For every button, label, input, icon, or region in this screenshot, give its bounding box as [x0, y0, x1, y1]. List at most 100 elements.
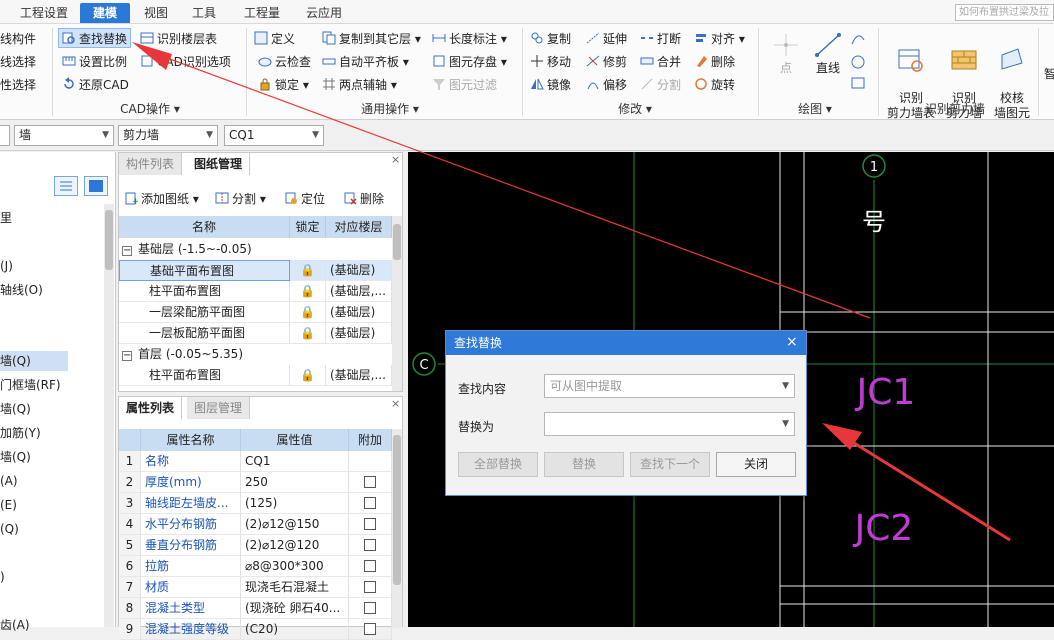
ribbon-overflow-item[interactable]: 智	[1044, 64, 1054, 84]
grid-view-icon[interactable]	[84, 176, 108, 196]
canvas-label-jc2[interactable]: JC2	[853, 508, 914, 549]
property-value[interactable]: (125)	[241, 493, 349, 514]
attach-checkbox[interactable]	[364, 497, 376, 509]
copy-to-other-floor-button[interactable]: 复制到其它层 ▾	[322, 29, 421, 49]
ribbon-item-line-select[interactable]: 线选择	[0, 52, 36, 72]
arc-icon[interactable]	[851, 35, 865, 45]
tree-item[interactable]: 里	[0, 208, 12, 228]
lock-icon[interactable]: 🔒	[290, 260, 326, 281]
tree-item[interactable]: 墙(Q)	[0, 447, 31, 467]
tree-item[interactable]: 门框墙(RF)	[0, 375, 61, 395]
locate-drawing-button[interactable]: 定位	[284, 189, 325, 209]
copy-button[interactable]: 复制	[530, 29, 571, 49]
property-list-scrollbar[interactable]	[392, 429, 402, 628]
rectangle-icon[interactable]	[851, 77, 865, 89]
tree-item[interactable]: (J)	[0, 256, 13, 276]
tab-layer-management[interactable]: 图层管理	[187, 397, 251, 419]
dialog-close-icon[interactable]: ×	[786, 334, 798, 350]
menu-tab-view[interactable]: 视图	[138, 3, 174, 23]
tree-scrollbar[interactable]	[104, 204, 114, 627]
mirror-button[interactable]: 镜像	[530, 75, 571, 95]
component-subtype-combo[interactable]: 剪力墙 ▼	[118, 125, 218, 146]
attach-checkbox-cell[interactable]	[349, 493, 392, 514]
two-point-aux-axis-button[interactable]: 两点辅轴 ▾	[322, 75, 397, 95]
menu-tab-project-settings[interactable]: 工程设置	[18, 3, 70, 23]
trim-button[interactable]: 修剪	[586, 52, 627, 72]
find-content-combo[interactable]: 可从图中提取 ▼	[544, 374, 795, 398]
property-row[interactable]: 1 名称 CQ1	[119, 451, 392, 472]
column-header-property-value[interactable]: 属性值	[241, 429, 349, 451]
attach-checkbox-cell[interactable]	[349, 451, 392, 472]
property-value[interactable]: (2)⌀12@120	[241, 535, 349, 556]
property-row[interactable]: 9 混凝土强度等级 (C20)	[119, 619, 392, 640]
collapse-icon[interactable]: −	[122, 246, 132, 256]
property-value[interactable]: (现浇砼 卵石40...	[241, 598, 349, 619]
column-header-floor[interactable]: 对应楼层	[326, 216, 392, 238]
element-filter-button[interactable]: 图元过滤	[432, 75, 497, 95]
length-dimension-button[interactable]: 长度标注 ▾	[432, 29, 507, 49]
auto-align-slab-button[interactable]: 自动平齐板 ▾	[322, 52, 409, 72]
column-header-lock[interactable]: 锁定	[290, 216, 326, 238]
attach-checkbox[interactable]	[364, 560, 376, 572]
lock-icon[interactable]: 🔒	[290, 281, 326, 302]
tree-item[interactable]: 墙(Q)	[0, 399, 31, 419]
align-button[interactable]: 对齐 ▾	[694, 29, 745, 49]
tab-property-list[interactable]: 属性列表	[119, 397, 183, 419]
replace-with-combo[interactable]: ▼	[544, 412, 795, 436]
circle-icon[interactable]	[851, 55, 865, 69]
extend-button[interactable]: 延伸	[586, 29, 627, 49]
replace-all-button[interactable]: 全部替换	[458, 452, 538, 477]
canvas-label-jc1[interactable]: JC1	[855, 372, 916, 413]
attach-checkbox[interactable]	[364, 518, 376, 530]
menu-tab-tools[interactable]: 工具	[186, 3, 222, 23]
close-panel-icon[interactable]: ×	[391, 153, 400, 166]
property-row[interactable]: 5 垂直分布钢筋 (2)⌀12@120	[119, 535, 392, 556]
table-row[interactable]: 一层板配筋平面图 🔒 (基础层)	[119, 323, 392, 344]
property-row[interactable]: 2 厚度(mm) 250	[119, 472, 392, 493]
lock-icon[interactable]: 🔒	[290, 323, 326, 344]
tab-drawing-management[interactable]: 图纸管理	[187, 153, 251, 175]
property-row[interactable]: 4 水平分布钢筋 (2)⌀12@150	[119, 514, 392, 535]
find-replace-button[interactable]: 查找替换	[58, 28, 132, 48]
table-row[interactable]: 柱平面布置图 🔒 (基础层,...	[119, 365, 392, 386]
tree-item[interactable]: 加筋(Y)	[0, 423, 41, 443]
property-value[interactable]: (2)⌀12@150	[241, 514, 349, 535]
close-button[interactable]: 关闭	[716, 452, 796, 477]
tree-group-row[interactable]: − 基础层 (-1.5~-0.05)	[119, 239, 392, 260]
menu-tab-quantities[interactable]: 工程量	[240, 3, 284, 23]
attach-checkbox[interactable]	[364, 539, 376, 551]
property-value[interactable]: 250	[241, 472, 349, 493]
find-next-button[interactable]: 查找下一个	[630, 452, 710, 477]
move-button[interactable]: 移动	[530, 52, 571, 72]
collapse-icon[interactable]: −	[122, 351, 132, 361]
tree-item[interactable]: 轴线(O)	[0, 280, 43, 300]
property-row[interactable]: 7 材质 现浇毛石混凝土	[119, 577, 392, 598]
tree-item[interactable]: (E)	[0, 495, 17, 515]
menu-tab-cloud[interactable]: 云应用	[302, 3, 346, 23]
property-value[interactable]: ⌀8@300*300	[241, 556, 349, 577]
lock-icon[interactable]: 🔒	[290, 302, 326, 323]
table-row[interactable]: 一层梁配筋平面图 🔒 (基础层)	[119, 302, 392, 323]
replace-button[interactable]: 替换	[544, 452, 624, 477]
attach-checkbox[interactable]	[364, 581, 376, 593]
attach-checkbox-cell[interactable]	[349, 514, 392, 535]
restore-cad-button[interactable]: 还原CAD	[62, 75, 129, 95]
ribbon-item-attr-select[interactable]: 性选择	[0, 75, 36, 95]
column-header-attach[interactable]: 附加	[349, 429, 392, 451]
delete-drawing-button[interactable]: 删除	[343, 189, 384, 209]
rotate-button[interactable]: 旋转	[694, 75, 735, 95]
tree-item[interactable]: (A)	[0, 471, 18, 491]
table-row[interactable]: 柱平面布置图 🔒 (基础层,...	[119, 281, 392, 302]
offset-button[interactable]: 偏移	[586, 75, 627, 95]
attach-checkbox[interactable]	[364, 602, 376, 614]
lock-button[interactable]: 锁定 ▾	[258, 75, 309, 95]
property-value[interactable]: 现浇毛石混凝土	[241, 577, 349, 598]
attach-checkbox-cell[interactable]	[349, 598, 392, 619]
break-button[interactable]: 打断	[640, 29, 681, 49]
attach-checkbox[interactable]	[364, 476, 376, 488]
tree-item[interactable]: )	[0, 567, 5, 587]
cad-recognize-options-button[interactable]: CAD识别选项	[140, 52, 231, 72]
attach-checkbox-cell[interactable]	[349, 535, 392, 556]
merge-button[interactable]: 合并	[640, 52, 681, 72]
attach-checkbox[interactable]	[364, 623, 376, 635]
